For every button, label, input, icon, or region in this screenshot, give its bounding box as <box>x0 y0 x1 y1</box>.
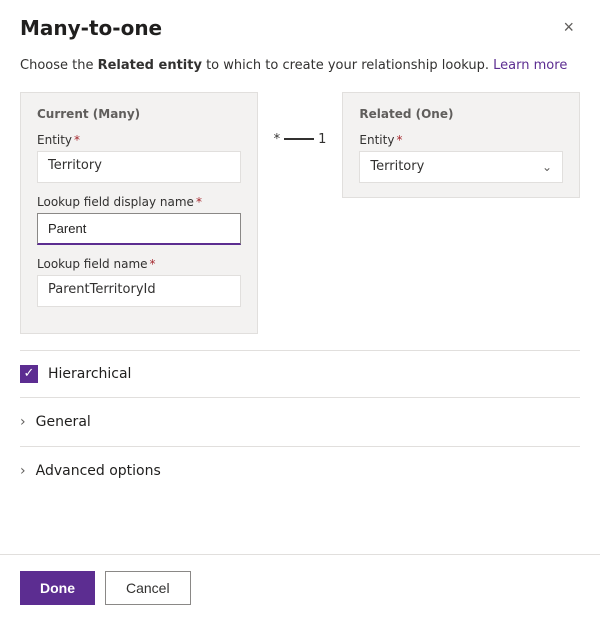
connector-one: 1 <box>318 132 326 147</box>
general-section: › General <box>20 397 580 446</box>
related-entity-select[interactable]: Territory ⌄ <box>359 151 563 183</box>
many-to-one-dialog: Many-to-one × Choose the Related entity … <box>0 0 600 621</box>
related-column: Related (One) Entity* Territory ⌄ <box>342 92 580 198</box>
checkmark-icon: ✓ <box>24 367 35 380</box>
hierarchical-section: ✓ Hierarchical <box>20 351 580 397</box>
general-section-header[interactable]: › General <box>20 398 580 446</box>
columns-container: Current (Many) Entity* Territory Lookup … <box>20 92 580 334</box>
lookup-display-input[interactable] <box>37 213 241 245</box>
hierarchical-label: Hierarchical <box>48 366 131 382</box>
close-button[interactable]: × <box>557 16 580 38</box>
related-entity-value: Territory <box>370 159 424 174</box>
connector-line <box>284 138 314 140</box>
related-column-title: Related (One) <box>359 107 563 121</box>
dialog-footer: Done Cancel <box>0 554 600 621</box>
hierarchical-checkbox[interactable]: ✓ <box>20 365 38 383</box>
lookup-name-label: Lookup field name* <box>37 257 241 271</box>
current-column-title: Current (Many) <box>37 107 241 121</box>
advanced-options-title: Advanced options <box>36 463 161 479</box>
general-section-title: General <box>36 414 91 430</box>
chevron-right-icon-2: › <box>20 463 26 479</box>
dialog-body: Choose the Related entity to which to cr… <box>0 48 600 554</box>
related-entity-label: Entity* <box>359 133 563 147</box>
advanced-options-section: › Advanced options <box>20 446 580 495</box>
dialog-header: Many-to-one × <box>0 0 600 48</box>
cancel-button[interactable]: Cancel <box>105 571 191 605</box>
connector-asterisk: * <box>274 132 281 147</box>
dialog-title: Many-to-one <box>20 16 162 40</box>
current-entity-value: Territory <box>37 151 241 183</box>
connector-area: * 1 <box>258 92 343 147</box>
chevron-down-icon: ⌄ <box>542 160 552 174</box>
learn-more-link[interactable]: Learn more <box>493 58 567 73</box>
lookup-display-label: Lookup field display name* <box>37 195 241 209</box>
current-entity-label: Entity* <box>37 133 241 147</box>
advanced-options-header[interactable]: › Advanced options <box>20 447 580 495</box>
done-button[interactable]: Done <box>20 571 95 605</box>
chevron-right-icon: › <box>20 414 26 430</box>
lookup-name-value: ParentTerritoryId <box>37 275 241 307</box>
current-column: Current (Many) Entity* Territory Lookup … <box>20 92 258 334</box>
bold-related-entity: Related entity <box>98 58 202 73</box>
description-text: Choose the Related entity to which to cr… <box>20 56 580 76</box>
